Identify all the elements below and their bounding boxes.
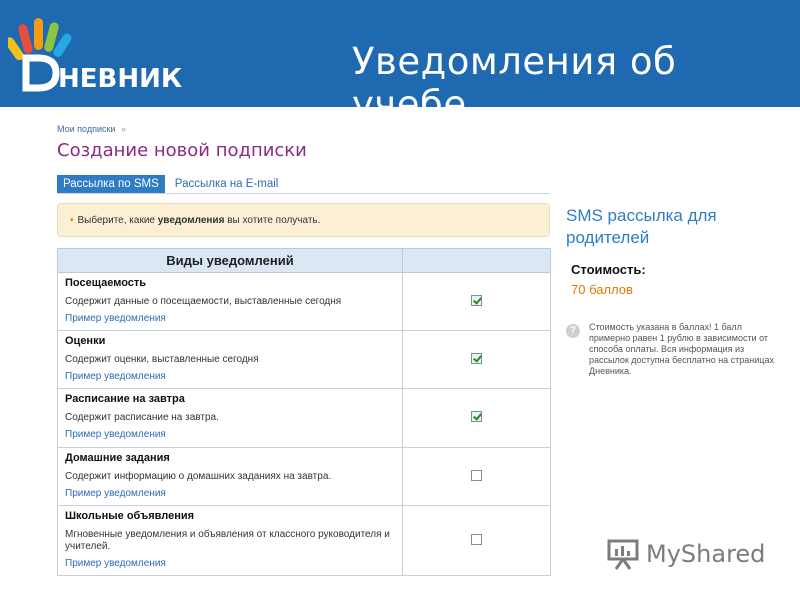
- row-title: Посещаемость: [65, 277, 147, 289]
- grades-checkbox[interactable]: [471, 352, 482, 364]
- example-link[interactable]: Пример уведомления: [65, 429, 395, 440]
- notice-text-before: Выберите, какие: [77, 215, 158, 226]
- row-title: Оценки: [65, 335, 106, 347]
- table-header-blank: [402, 248, 551, 273]
- notification-types-table: Виды уведомлений Посещаемость Содержит д…: [57, 248, 551, 576]
- row-description: Содержит данные о посещаемости, выставле…: [65, 296, 342, 307]
- row-check-cell: [402, 272, 551, 331]
- announcements-checkbox[interactable]: [471, 533, 482, 545]
- price-value: 70 баллов: [571, 282, 633, 297]
- table-row: Расписание на завтра Содержит расписание…: [57, 388, 551, 448]
- myshared-watermark: MyShared: [606, 536, 765, 572]
- breadcrumb-separator: »: [120, 124, 126, 134]
- row-description: Содержит расписание на завтра.: [65, 412, 219, 423]
- row-info: Расписание на завтра Содержит расписание…: [57, 388, 403, 448]
- notice-text-bold: уведомления: [157, 215, 225, 226]
- row-info: Школьные объявления Мгновенные уведомлен…: [57, 505, 403, 576]
- row-title: Школьные объявления: [65, 510, 195, 522]
- row-check-cell: [402, 505, 551, 576]
- table-row: Оценки Содержит оценки, выставленные сег…: [57, 330, 551, 389]
- example-link[interactable]: Пример уведомления: [65, 313, 395, 324]
- watermark-text: MyShared: [646, 540, 766, 568]
- tabs-divider: [57, 193, 550, 194]
- row-check-cell: [402, 447, 551, 506]
- tab-email[interactable]: Рассылка на E-mail: [169, 175, 285, 194]
- logo-text: НЕВНИК: [58, 64, 183, 94]
- row-description: Содержит оценки, выставленные сегодня: [65, 354, 259, 365]
- row-title: Домашние задания: [65, 452, 170, 464]
- price-note: Стоимость указана в баллах! 1 балл приме…: [589, 322, 774, 376]
- example-link[interactable]: Пример уведомления: [65, 558, 395, 569]
- table-row: Посещаемость Содержит данные о посещаемо…: [57, 272, 551, 331]
- row-check-cell: [402, 388, 551, 448]
- page-title: Создание новой подписки: [57, 140, 307, 161]
- row-description: Мгновенные уведомления и объявления от к…: [65, 529, 390, 552]
- subscription-tabs: Рассылка по SMS Рассылка на E-mail: [57, 175, 284, 194]
- schedule-checkbox[interactable]: [471, 411, 482, 422]
- table-row: Домашние задания Содержит информацию о д…: [57, 447, 551, 506]
- row-check-cell: [402, 330, 551, 389]
- slide-title: Уведомления об учебе: [352, 40, 677, 126]
- example-link[interactable]: Пример уведомления: [65, 488, 395, 499]
- breadcrumb-link[interactable]: Мои подписки: [57, 124, 115, 134]
- price-label: Стоимость:: [571, 262, 646, 277]
- example-link[interactable]: Пример уведомления: [65, 371, 395, 382]
- row-info: Посещаемость Содержит данные о посещаемо…: [57, 272, 403, 331]
- header-banner: НЕВНИК Уведомления об учебе: [0, 0, 800, 126]
- breadcrumb: Мои подписки »: [57, 124, 126, 134]
- row-description: Содержит информацию о домашних заданиях …: [65, 471, 332, 482]
- notice-box: • Выберите, какие уведомления вы хотите п…: [57, 203, 550, 237]
- row-info: Домашние задания Содержит информацию о д…: [57, 447, 403, 506]
- homework-checkbox[interactable]: [471, 469, 482, 481]
- notice-bullet-icon: •: [70, 215, 74, 226]
- dnevnik-logo[interactable]: НЕВНИК: [8, 14, 183, 94]
- row-title: Расписание на завтра: [65, 393, 185, 405]
- tab-sms[interactable]: Рассылка по SMS: [57, 175, 165, 194]
- notice-text-after: вы хотите получать.: [224, 215, 321, 226]
- presentation-board-icon: [607, 539, 639, 570]
- sidebar-title: SMS рассылка для родителей: [566, 206, 717, 247]
- help-icon: ?: [566, 324, 580, 338]
- row-info: Оценки Содержит оценки, выставленные сег…: [57, 330, 403, 389]
- attendance-checkbox[interactable]: [471, 294, 482, 306]
- table-header-row: Виды уведомлений: [57, 248, 551, 273]
- table-header-types: Виды уведомлений: [57, 248, 403, 273]
- table-row: Школьные объявления Мгновенные уведомлен…: [57, 505, 551, 576]
